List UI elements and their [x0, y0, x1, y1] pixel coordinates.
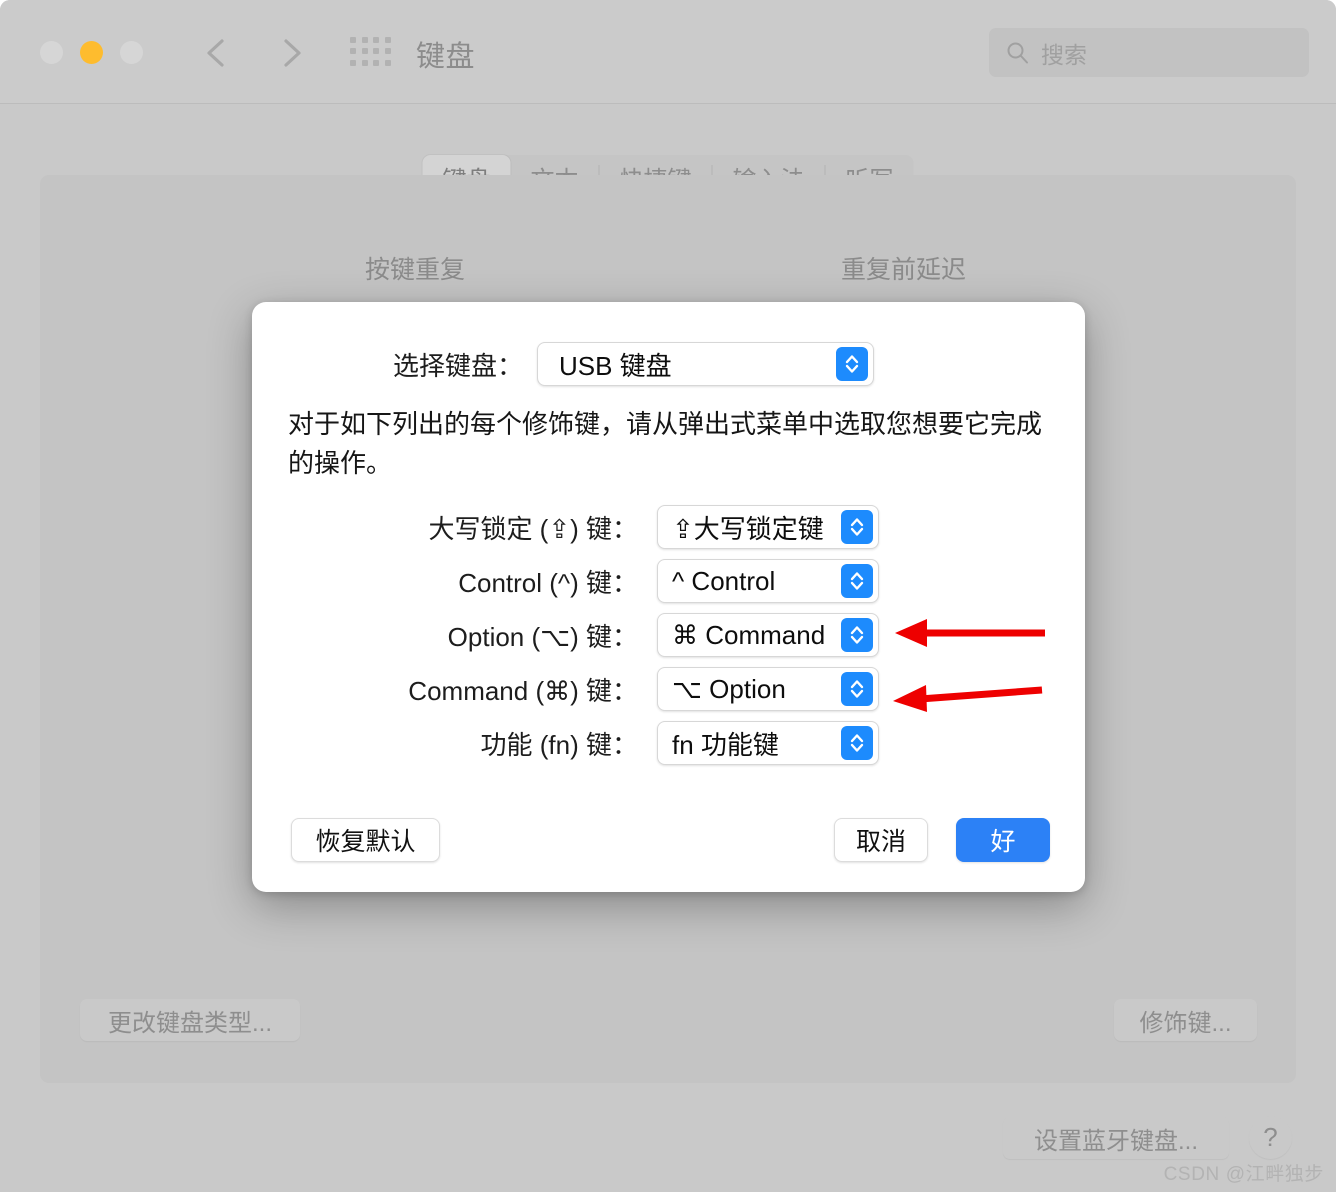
modifier-row-command: Command (⌘) 键： ⌥ Option [252, 662, 1085, 716]
modifier-row-option: Option (⌥) 键： ⌘ Command [252, 608, 1085, 662]
chevron-updown-icon [841, 618, 873, 652]
keyboard-chooser-row: 选择键盘： USB 键盘 [252, 342, 1085, 386]
keyboard-chooser-value: USB 键盘 [559, 350, 672, 381]
ok-button[interactable]: 好 [956, 818, 1050, 862]
window-titlebar: 键盘 搜索 [0, 0, 1336, 104]
dialog-description: 对于如下列出的每个修饰键，请从弹出式菜单中选取您想要它完成的操作。 [288, 409, 1043, 478]
popup-value: ⇪大写锁定键 [672, 513, 824, 544]
chevron-updown-icon [841, 726, 873, 760]
delay-until-repeat-heading: 重复前延迟 [841, 256, 967, 284]
option-action-popup[interactable]: ⌘ Command [657, 613, 879, 657]
chevron-right-icon[interactable] [272, 33, 310, 73]
modifier-row-capslock: 大写锁定 (⇪) 键： ⇪大写锁定键 [252, 500, 1085, 554]
modifier-label: 功能 (fn) 键： [480, 729, 638, 760]
search-input[interactable]: 搜索 [989, 28, 1309, 77]
restore-defaults-button[interactable]: 恢复默认 [291, 818, 440, 862]
modifier-label: Command (⌘) 键： [408, 675, 638, 706]
zoom-button[interactable] [120, 41, 143, 64]
keyboard-chooser-popup[interactable]: USB 键盘 [537, 342, 874, 386]
watermark: CSDN @江畔独步 [1163, 1164, 1324, 1185]
preferences-window: 键盘 搜索 键盘 文本 快捷键 输入法 听写 [0, 0, 1336, 1192]
grid-dots-icon[interactable] [350, 37, 392, 67]
modifier-row-control: Control (^) 键： ^ Control [252, 554, 1085, 608]
popup-value: ⌘ Command [672, 619, 826, 650]
search-icon [1005, 40, 1030, 65]
help-button[interactable]: ? [1249, 1116, 1292, 1159]
chevron-updown-icon [841, 672, 873, 706]
minimize-button[interactable] [80, 41, 103, 64]
setup-bluetooth-keyboard-button[interactable]: 设置蓝牙键盘... [1003, 1117, 1229, 1159]
page-title: 键盘 [416, 41, 476, 73]
search-placeholder: 搜索 [1041, 41, 1087, 68]
capslock-action-popup[interactable]: ⇪大写锁定键 [657, 505, 879, 549]
modifier-row-function: 功能 (fn) 键： fn 功能键 [252, 716, 1085, 770]
command-action-popup[interactable]: ⌥ Option [657, 667, 879, 711]
change-keyboard-type-button[interactable]: 更改键盘类型... [80, 999, 300, 1041]
modifier-rows: 大写锁定 (⇪) 键： ⇪大写锁定键 Control (^) 键： ^ Cont… [252, 500, 1085, 770]
modifier-label: 大写锁定 (⇪) 键： [428, 513, 638, 544]
modifier-keys-dialog: 选择键盘： USB 键盘 对于如下列出的每个修饰键，请从弹出式菜单中选取您想要它… [252, 302, 1085, 892]
cancel-button[interactable]: 取消 [834, 818, 928, 862]
chevron-updown-icon [841, 510, 873, 544]
close-button[interactable] [40, 41, 63, 64]
dialog-button-row: 恢复默认 取消 好 [252, 818, 1085, 862]
modifier-label: Control (^) 键： [458, 567, 638, 598]
popup-value: fn 功能键 [672, 729, 779, 760]
chevron-left-icon[interactable] [198, 33, 236, 73]
keyboard-chooser-label: 选择键盘： [392, 350, 523, 381]
modifier-keys-button[interactable]: 修饰键... [1114, 999, 1257, 1041]
popup-value: ⌥ Option [672, 673, 786, 704]
popup-value: ^ Control [672, 565, 776, 596]
function-action-popup[interactable]: fn 功能键 [657, 721, 879, 765]
chevron-updown-icon [841, 564, 873, 598]
control-action-popup[interactable]: ^ Control [657, 559, 879, 603]
modifier-label: Option (⌥) 键： [447, 621, 638, 652]
chevron-updown-icon [836, 347, 868, 381]
key-repeat-heading: 按键重复 [365, 256, 466, 284]
